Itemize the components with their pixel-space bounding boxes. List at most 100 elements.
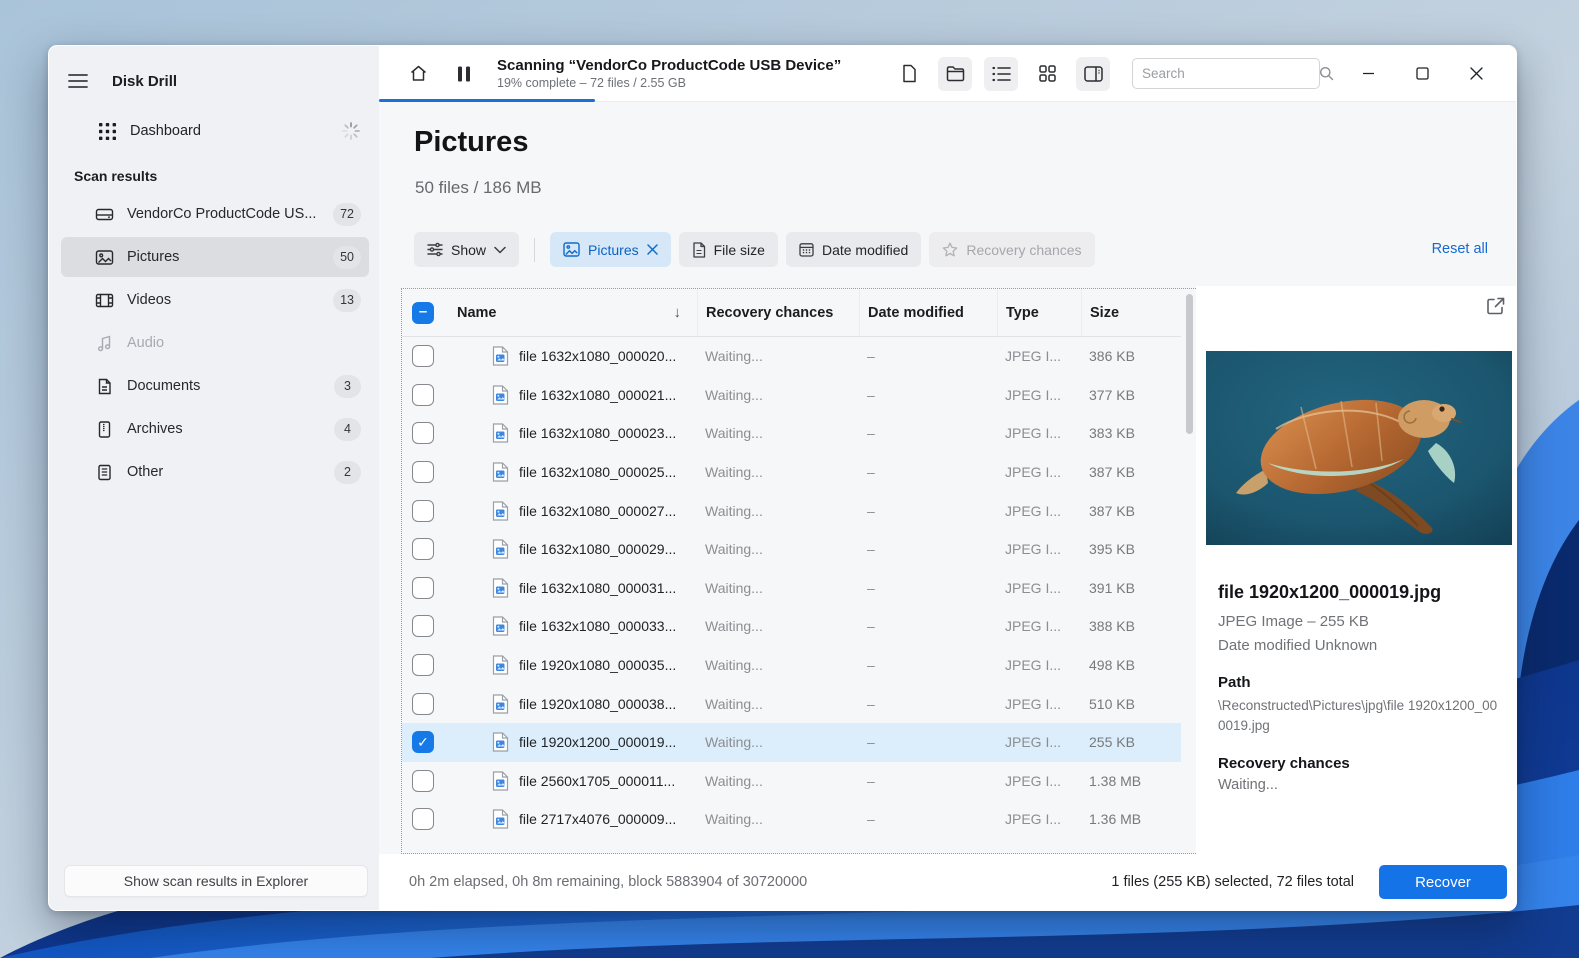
table-header: Name ↓ Recovery chances Date modified Ty… — [402, 289, 1181, 337]
table-row[interactable]: file 1632x1080_000023... Waiting... – JP… — [402, 414, 1181, 453]
recover-button[interactable]: Recover — [1379, 865, 1507, 899]
file-name: file 1632x1080_000029... — [519, 541, 677, 558]
row-checkbox[interactable] — [412, 383, 434, 406]
file-recovery: Waiting... — [705, 348, 763, 365]
remove-filter-icon[interactable] — [646, 244, 658, 255]
row-checkbox[interactable] — [412, 769, 434, 792]
chevron-down-icon — [494, 246, 506, 254]
row-checkbox[interactable] — [412, 615, 434, 638]
show-in-explorer-button[interactable]: Show scan results in Explorer — [64, 865, 368, 897]
file-name: file 2717x4076_000009... — [519, 811, 677, 828]
preview-panel: file 1920x1200_000019.jpg JPEG Image – 2… — [1196, 286, 1516, 854]
sidebar-item-archives[interactable]: Archives 4 — [61, 409, 369, 449]
sidebar-item-vendorco-device[interactable]: VendorCo ProductCode US... 72 — [61, 194, 369, 234]
image-file-icon — [492, 385, 509, 405]
pause-scan-button[interactable] — [447, 57, 481, 91]
sidebar-item-dashboard[interactable]: Dashboard — [53, 110, 375, 152]
scan-elapsed-status: 0h 2m elapsed, 0h 8m remaining, block 58… — [409, 874, 808, 890]
preview-image-turtle[interactable] — [1206, 351, 1512, 545]
show-filter-button[interactable]: Show — [414, 232, 520, 267]
show-filter-label: Show — [451, 241, 487, 258]
open-preview-external-icon[interactable] — [1486, 296, 1506, 316]
file-date: – — [867, 772, 875, 789]
sidebar-item-videos[interactable]: Videos 13 — [61, 280, 369, 320]
scan-status-title: Scanning “VendorCo ProductCode USB Devic… — [497, 57, 842, 74]
file-type: JPEG I... — [1005, 772, 1062, 789]
pictures-icon — [563, 242, 580, 257]
file-type: JPEG I... — [1005, 734, 1062, 751]
row-checkbox[interactable] — [412, 576, 434, 599]
image-file-icon — [492, 616, 509, 637]
minimize-button[interactable] — [1348, 57, 1388, 91]
sidebar-item-documents[interactable]: Documents 3 — [61, 366, 369, 406]
scan-status-subtitle: 19% complete – 72 files / 2.55 GB — [497, 76, 686, 90]
table-row[interactable]: file 1920x1200_000019... Waiting... – JP… — [402, 722, 1181, 762]
hamburger-menu-icon[interactable] — [65, 68, 91, 94]
preview-panel-toggle-button[interactable] — [1076, 56, 1110, 91]
select-all-checkbox[interactable] — [412, 301, 434, 324]
row-checkbox[interactable] — [412, 499, 434, 522]
table-row[interactable]: file 1632x1080_000033... Waiting... – JP… — [402, 607, 1181, 646]
recovery-chances-filter-chip[interactable]: Recovery chances — [929, 232, 1095, 267]
close-button[interactable] — [1456, 57, 1496, 91]
row-checkbox[interactable] — [412, 692, 434, 715]
row-checkbox[interactable] — [412, 345, 434, 368]
search-input[interactable] — [1142, 66, 1319, 81]
table-row[interactable]: file 1920x1080_000038... Waiting... – JP… — [402, 684, 1181, 723]
main-panel: Pictures 50 files / 186 MB Show Pictures… — [379, 102, 1516, 854]
table-row[interactable]: file 1920x1080_000035... Waiting... – JP… — [402, 646, 1181, 685]
table-row[interactable]: file 1632x1080_000029... Waiting... – JP… — [402, 530, 1181, 569]
file-size-icon — [692, 241, 706, 258]
sidebar-item-label: Videos — [127, 292, 172, 308]
search-icon — [1319, 66, 1334, 81]
file-date: – — [867, 657, 875, 674]
column-header-size[interactable]: Size — [1081, 289, 1181, 336]
sidebar-item-audio[interactable]: Audio — [61, 323, 369, 363]
filter-divider — [534, 237, 536, 262]
table-row[interactable]: file 1632x1080_000025... Waiting... – JP… — [402, 453, 1181, 492]
file-name: file 1632x1080_000031... — [519, 579, 677, 596]
file-size: 395 KB — [1089, 541, 1135, 558]
row-checkbox[interactable] — [412, 461, 434, 484]
file-type: JPEG I... — [1005, 541, 1062, 558]
file-name: file 2560x1705_000011... — [519, 772, 676, 789]
image-file-icon — [492, 809, 509, 830]
row-checkbox[interactable] — [412, 731, 434, 754]
pictures-filter-chip[interactable]: Pictures — [550, 232, 671, 267]
file-size: 510 KB — [1089, 695, 1135, 712]
row-checkbox[interactable] — [412, 654, 434, 677]
sidebar-item-label: Dashboard — [130, 123, 201, 139]
column-header-date[interactable]: Date modified — [859, 289, 997, 336]
count-badge: 2 — [334, 460, 361, 484]
sidebar-item-other[interactable]: Other 2 — [61, 452, 369, 492]
folder-view-button[interactable] — [938, 56, 972, 91]
column-header-type[interactable]: Type — [997, 289, 1081, 336]
list-view-button[interactable] — [984, 56, 1018, 91]
table-scrollbar[interactable] — [1186, 294, 1193, 434]
table-row[interactable]: file 1632x1080_000021... Waiting... – JP… — [402, 376, 1181, 415]
status-bar: 0h 2m elapsed, 0h 8m remaining, block 58… — [379, 854, 1516, 910]
home-button[interactable] — [401, 57, 435, 91]
file-date: – — [867, 386, 875, 403]
row-checkbox[interactable] — [412, 808, 434, 831]
file-date: – — [867, 579, 875, 596]
file-size: 1.38 MB — [1089, 772, 1142, 789]
row-checkbox[interactable] — [412, 422, 434, 445]
file-info-button[interactable] — [892, 57, 926, 91]
file-size-filter-chip[interactable]: File size — [678, 232, 778, 267]
sidebar-item-pictures[interactable]: Pictures 50 — [61, 237, 369, 277]
table-row[interactable]: file 1632x1080_000031... Waiting... – JP… — [402, 569, 1181, 608]
table-row[interactable]: file 1632x1080_000027... Waiting... – JP… — [402, 491, 1181, 530]
maximize-button[interactable] — [1402, 57, 1442, 91]
table-row[interactable]: file 2717x4076_000009... Waiting... – JP… — [402, 800, 1181, 839]
table-row[interactable]: file 2560x1705_000011... Waiting... – JP… — [402, 762, 1181, 801]
grid-view-button[interactable] — [1030, 57, 1064, 91]
table-row[interactable]: file 1632x1080_000020... Waiting... – JP… — [402, 337, 1181, 376]
file-size: 387 KB — [1089, 464, 1135, 481]
column-header-recovery[interactable]: Recovery chances — [697, 289, 859, 336]
row-checkbox[interactable] — [412, 538, 434, 561]
column-header-name[interactable]: Name ↓ — [452, 289, 697, 336]
app-window: Disk Drill Dashboard Scan results Vendor… — [48, 45, 1517, 911]
date-modified-filter-chip[interactable]: Date modified — [785, 232, 922, 267]
reset-all-link[interactable]: Reset all — [1432, 241, 1488, 257]
